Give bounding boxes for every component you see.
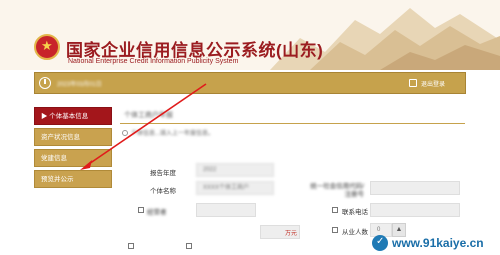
annotation-arrow xyxy=(80,83,207,170)
watermark-text: www.91kaiye.cn xyxy=(392,236,484,250)
site-watermark: www.91kaiye.cn xyxy=(372,234,500,252)
watermark-logo-icon xyxy=(372,235,388,251)
